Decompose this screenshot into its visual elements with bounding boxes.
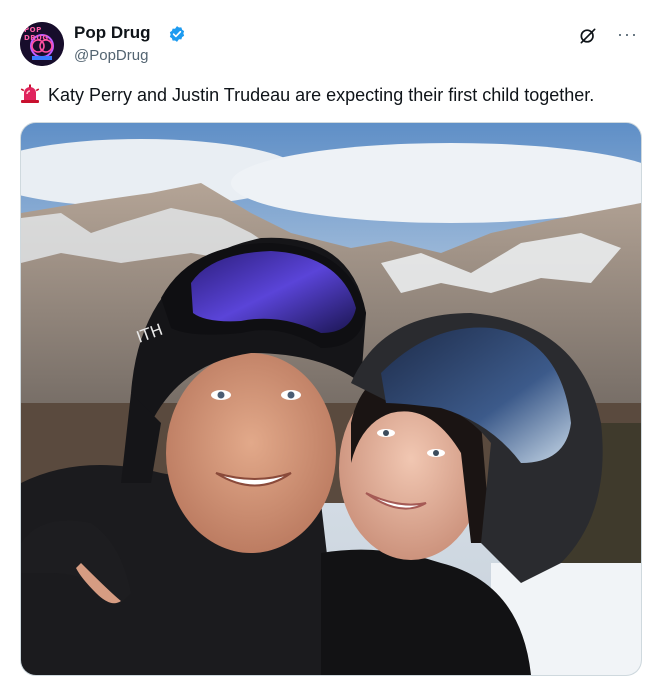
display-name[interactable]: Pop Drug <box>74 23 151 43</box>
grok-icon[interactable] <box>578 26 598 46</box>
tweet-text-body: Katy Perry and Justin Trudeau are expect… <box>48 85 595 105</box>
rotating-light-emoji-icon <box>20 84 40 103</box>
verified-badge-icon <box>169 26 185 42</box>
tweet-header: POP DRUG Pop Drug @PopDrug ··· <box>20 20 644 70</box>
tweet-photo[interactable]: ITH <box>20 122 642 676</box>
account-handle[interactable]: @PopDrug <box>74 47 148 64</box>
avatar[interactable]: POP DRUG <box>20 22 64 66</box>
tweet-card: POP DRUG Pop Drug @PopDrug ··· Katy Perr… <box>0 0 658 683</box>
more-dots-icon[interactable]: ··· <box>617 24 638 45</box>
tweet-text: Katy Perry and Justin Trudeau are expect… <box>20 84 594 106</box>
selfie-photo-image: ITH <box>21 123 641 675</box>
avatar-text: POP DRUG <box>24 26 49 42</box>
